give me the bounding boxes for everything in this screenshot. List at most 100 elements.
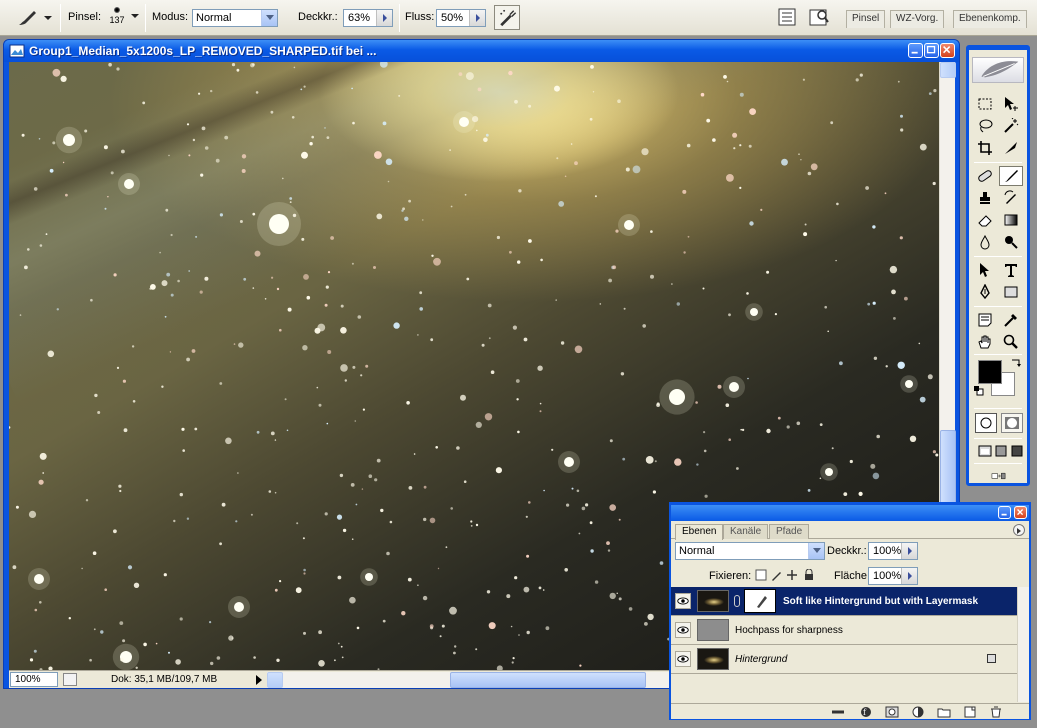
lock-options[interactable]: [755, 569, 815, 581]
quick-mask-button[interactable]: [1001, 413, 1023, 433]
pen-tool[interactable]: [973, 282, 997, 302]
opacity-slider-button[interactable]: [376, 10, 392, 26]
star: [571, 487, 574, 490]
default-colors-icon[interactable]: [974, 386, 984, 396]
opacity-input[interactable]: 63%: [343, 9, 393, 27]
blend-mode-select[interactable]: Normal: [675, 542, 825, 560]
mode-select[interactable]: Normal: [192, 9, 278, 27]
screen-mode-full[interactable]: [1005, 441, 1029, 461]
eyedropper-tool[interactable]: [999, 310, 1023, 330]
palette-list-icon[interactable]: [776, 6, 798, 28]
zoom-field[interactable]: 100%: [10, 672, 58, 687]
brush-tool[interactable]: [999, 166, 1023, 186]
layer-opacity-slider-button[interactable]: [901, 543, 917, 559]
link-icon[interactable]: [831, 706, 845, 718]
star: [741, 428, 745, 432]
palette-tab-tool-presets[interactable]: WZ-Vorg.: [890, 10, 945, 28]
type-tool[interactable]: [999, 260, 1023, 280]
horizontal-scroll-thumb[interactable]: [450, 672, 646, 688]
scroll-left-button[interactable]: [267, 672, 283, 688]
tool-preset-picker[interactable]: [6, 5, 56, 31]
tab-channels[interactable]: Kanäle: [723, 524, 769, 539]
new-layer-icon[interactable]: [963, 706, 977, 718]
layer-row-hintergrund[interactable]: Hintergrund: [671, 645, 1017, 674]
star: [169, 351, 172, 353]
standard-mode-button[interactable]: [975, 413, 997, 433]
star: [225, 437, 232, 445]
star: [276, 287, 280, 291]
palette-tab-layer-comps[interactable]: Ebenenkomp.: [953, 10, 1027, 28]
status-menu-arrow-icon[interactable]: [256, 675, 262, 685]
healing-brush-tool[interactable]: [973, 166, 997, 186]
slice-tool[interactable]: [999, 138, 1023, 158]
airbrush-toggle[interactable]: [494, 5, 520, 30]
star: [330, 236, 334, 240]
star: [900, 114, 903, 118]
flow-slider-button[interactable]: [469, 10, 485, 26]
fill-input[interactable]: 100%: [868, 567, 918, 585]
shape-tool[interactable]: [999, 282, 1023, 302]
path-selection-tool[interactable]: [973, 260, 997, 280]
hand-tool[interactable]: [973, 332, 997, 352]
document-titlebar[interactable]: Group1_Median_5x1200s_LP_REMOVED_SHARPED…: [4, 40, 959, 62]
eye-icon[interactable]: [675, 593, 691, 609]
eraser-tool[interactable]: [973, 210, 997, 230]
eye-icon[interactable]: [675, 622, 691, 638]
status-export-icon[interactable]: [63, 673, 77, 686]
new-group-icon[interactable]: [937, 706, 951, 718]
flow-input[interactable]: 50%: [436, 9, 486, 27]
star: [609, 592, 616, 600]
gradient-tool[interactable]: [999, 210, 1023, 230]
star: [210, 89, 213, 93]
foreground-color[interactable]: [978, 360, 1002, 384]
palette-menu-button[interactable]: [1013, 524, 1025, 536]
star: [143, 642, 147, 647]
close-button[interactable]: [940, 43, 955, 58]
star: [236, 68, 240, 72]
layers-scrollbar[interactable]: [1017, 587, 1029, 702]
scroll-up-button[interactable]: [940, 62, 956, 78]
eye-icon[interactable]: [675, 651, 691, 667]
history-brush-tool[interactable]: [999, 188, 1023, 208]
link-mask-icon[interactable]: [734, 595, 740, 607]
file-browser-icon[interactable]: [808, 6, 830, 28]
photoshop-feather-logo[interactable]: [972, 57, 1024, 83]
dodge-tool[interactable]: [999, 232, 1023, 252]
star: [90, 298, 93, 302]
chevron-down-icon[interactable]: [261, 10, 277, 26]
marquee-tool[interactable]: [973, 94, 997, 114]
lasso-tool[interactable]: [973, 116, 997, 136]
arrow-icon: [980, 263, 989, 277]
move-tool[interactable]: [999, 94, 1023, 114]
add-mask-icon[interactable]: [885, 706, 899, 718]
layer-mask-thumbnail[interactable]: [744, 589, 776, 613]
layer-row-soft[interactable]: Soft like Hintergrund but with Layermask: [671, 587, 1017, 616]
magic-wand-tool[interactable]: [999, 116, 1023, 136]
brush-picker-arrow-icon[interactable]: [131, 14, 139, 18]
palette-minimize-button[interactable]: [998, 506, 1011, 519]
brush-size-preview[interactable]: 137: [104, 3, 130, 33]
layer-style-icon[interactable]: f: [859, 706, 873, 718]
jump-to-imageready-button[interactable]: [979, 466, 1019, 486]
clone-stamp-tool[interactable]: [973, 188, 997, 208]
swap-colors-icon[interactable]: [1010, 358, 1022, 370]
notes-tool[interactable]: [973, 310, 997, 330]
delete-layer-icon[interactable]: [989, 706, 1003, 718]
layer-opacity-input[interactable]: 100%: [868, 542, 918, 560]
maximize-button[interactable]: [924, 43, 939, 58]
layers-palette-titlebar[interactable]: [671, 505, 1029, 521]
minimize-button[interactable]: [908, 43, 923, 58]
crop-tool[interactable]: [973, 138, 997, 158]
chevron-down-icon[interactable]: [808, 543, 824, 559]
adjustment-layer-icon[interactable]: [911, 706, 925, 718]
palette-close-button[interactable]: [1014, 506, 1027, 519]
star: [748, 144, 752, 148]
zoom-tool[interactable]: [999, 332, 1023, 352]
palette-tab-brushes[interactable]: Pinsel: [846, 10, 886, 28]
tab-paths[interactable]: Pfade: [769, 524, 810, 539]
star: [9, 426, 11, 429]
tab-layers[interactable]: Ebenen: [675, 524, 724, 540]
layer-row-hochpass[interactable]: Hochpass for sharpness: [671, 616, 1017, 645]
fill-slider-button[interactable]: [901, 568, 917, 584]
blur-tool[interactable]: [973, 232, 997, 252]
